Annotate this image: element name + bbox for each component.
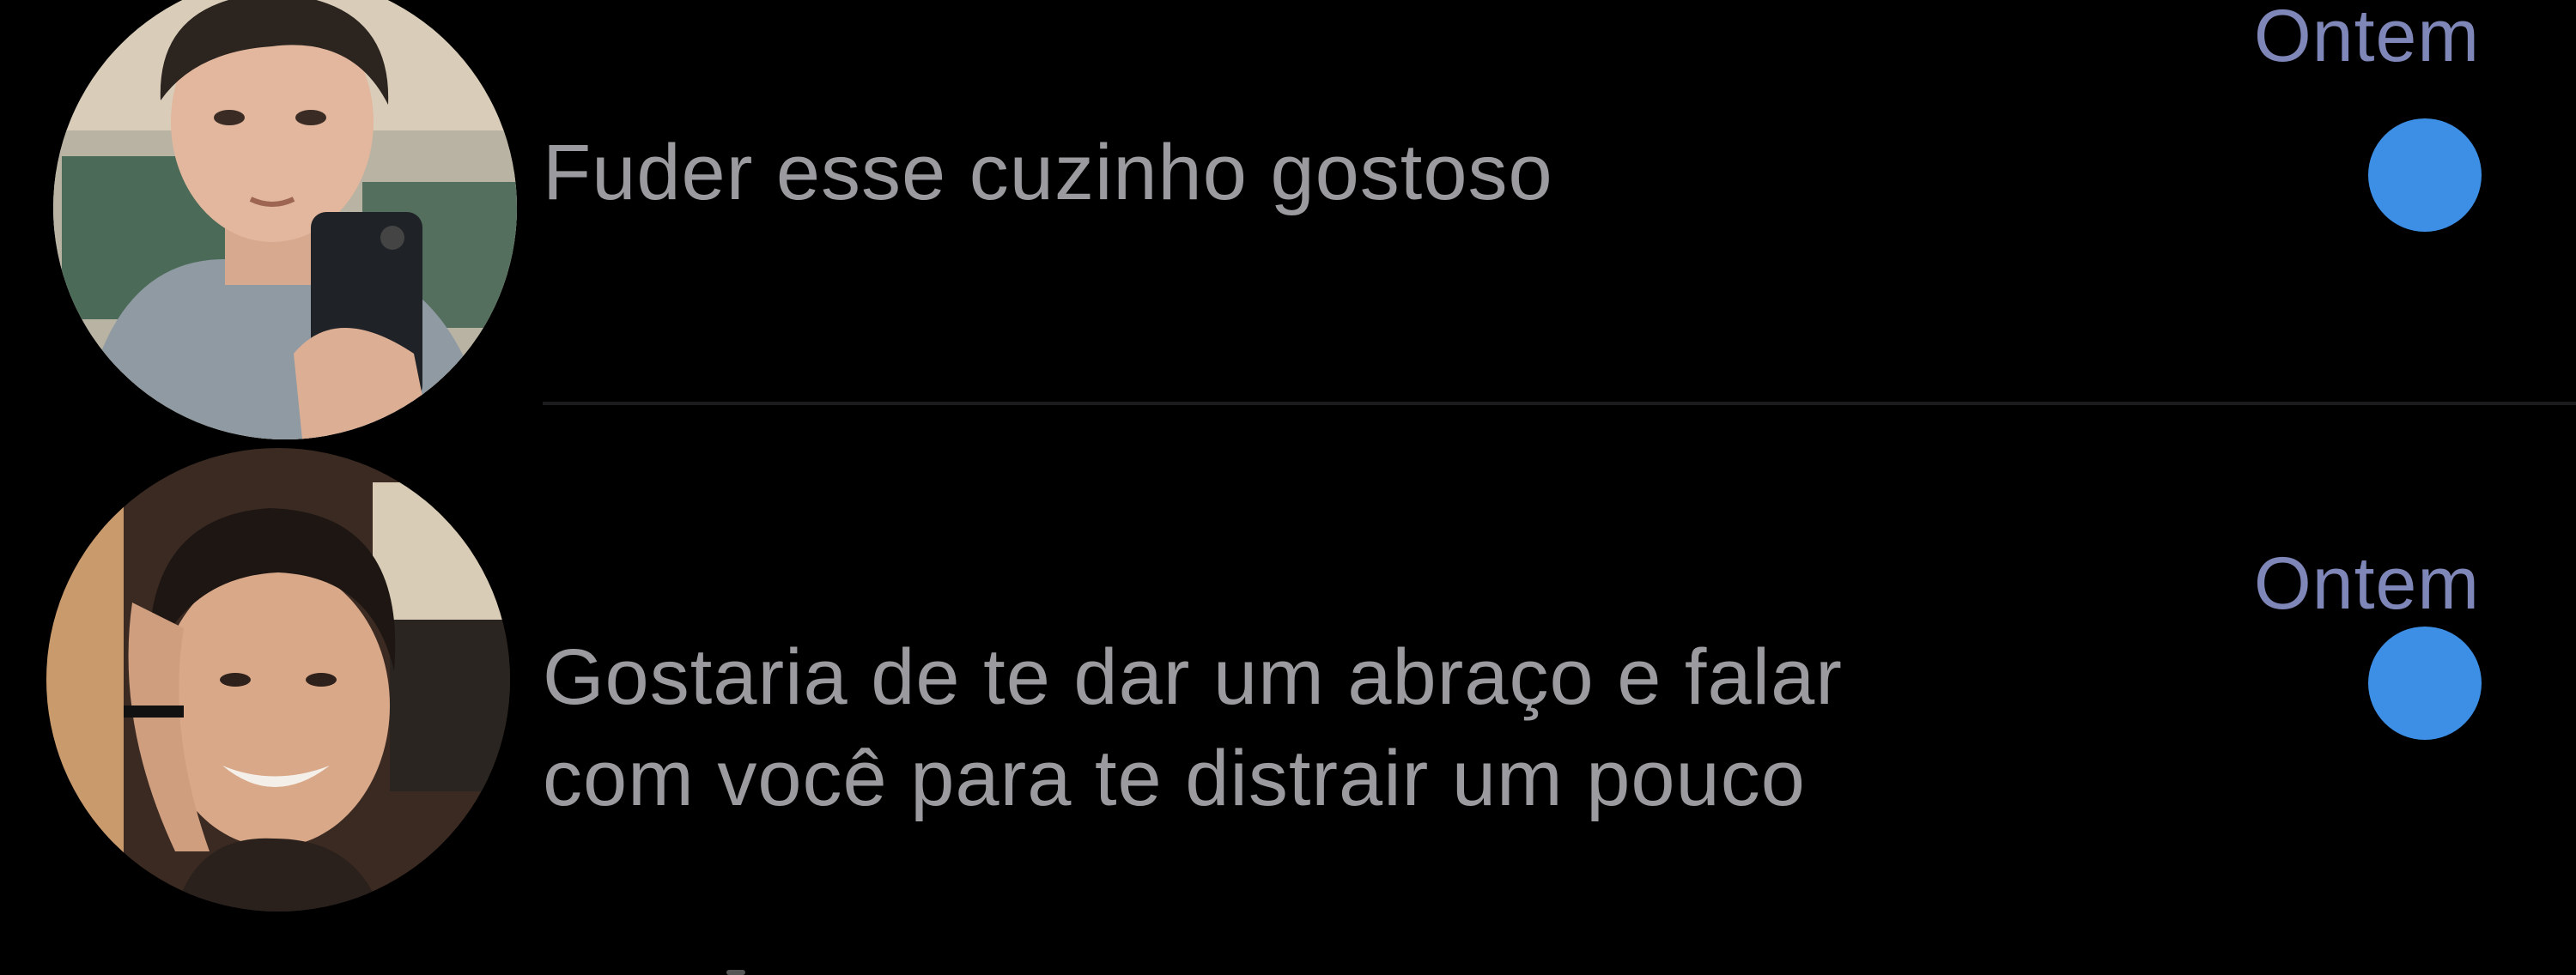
message-preview: Fuder esse cuzinho gostoso xyxy=(543,122,1553,223)
message-preview-line: Gostaria de te dar um abraço e falar xyxy=(543,633,1843,721)
contact-photo-icon xyxy=(53,0,517,439)
message-preview: Gostaria de te dar um abraço e falar com… xyxy=(543,627,1843,829)
conversation-row[interactable]: Ontem Fuder esse cuzinho gostoso xyxy=(0,0,2576,439)
message-preview-line: Fuder esse cuzinho gostoso xyxy=(543,129,1553,216)
contact-avatar[interactable] xyxy=(53,0,517,439)
unread-indicator xyxy=(2368,627,2482,740)
timestamp: Ontem xyxy=(2253,0,2480,77)
contact-photo-icon xyxy=(46,448,510,911)
contact-avatar[interactable] xyxy=(46,448,510,911)
conversation-list: Ontem Fuder esse cuzinho gostoso Ontem G… xyxy=(0,0,2576,975)
message-preview-line: com você para te distrair um pouco xyxy=(543,735,1806,822)
timestamp: Ontem xyxy=(2253,542,2480,625)
unread-indicator xyxy=(2368,118,2482,232)
screen-artifact xyxy=(726,970,745,975)
conversation-row[interactable]: Ontem Gostaria de te dar um abraço e fal… xyxy=(0,403,2576,975)
